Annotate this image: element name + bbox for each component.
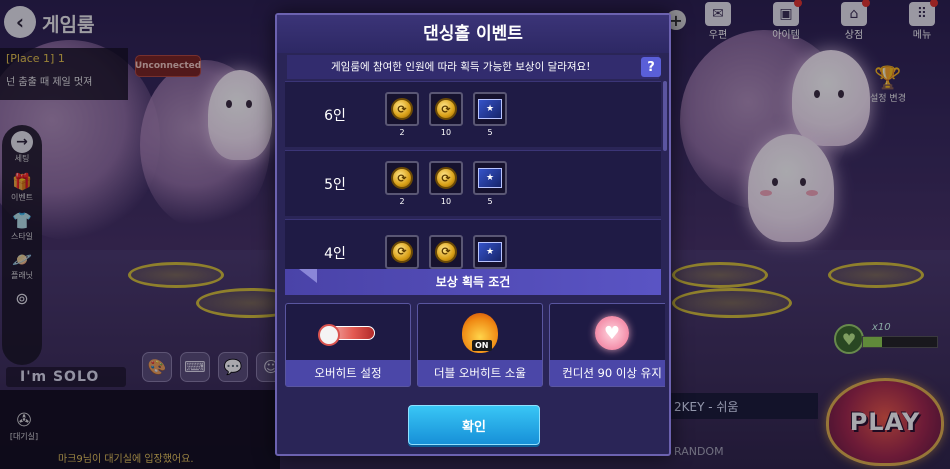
conditions-title: 보상 획득 조건 [435, 275, 511, 289]
condition-card-condition: ♥ 컨디션 90 이상 유지 [549, 303, 665, 387]
modal-title: 댄싱홀 이벤트 [277, 15, 669, 53]
reward-slot: ⟳ [429, 92, 463, 126]
reward-list[interactable]: 6인 ⟳ 2 ⟳ 10 ★ 5 5인 ⟳ 2 ⟳ 10 ★ 5 4인 ⟳ ⟳ ★ [285, 81, 661, 277]
reward-scrollbar[interactable] [663, 81, 667, 277]
reward-slot: ⟳ [385, 92, 419, 126]
reward-slot: ★ [473, 92, 507, 126]
reward-quantity: 2 [399, 128, 405, 137]
scroll-thumb[interactable] [663, 81, 667, 151]
coin-icon: ⟳ [391, 98, 413, 120]
player-count-label: 5인 [324, 176, 346, 193]
heart-condition-icon: ♥ [595, 316, 629, 350]
coin-icon: ⟳ [435, 167, 457, 189]
reward-slot: ★ [473, 234, 507, 269]
reward-item[interactable]: ⟳ 2 [385, 161, 419, 206]
coin-icon: ⟳ [391, 167, 413, 189]
confirm-button[interactable]: 확인 [408, 405, 540, 445]
player-count-label: 4인 [324, 245, 346, 262]
reward-slot: ⟳ [429, 161, 463, 195]
coin-icon: ⟳ [435, 98, 457, 120]
reward-item[interactable]: ⟳ 10 [429, 161, 463, 206]
reward-quantity: 2 [399, 197, 405, 206]
overheat-icon [318, 324, 375, 346]
reward-slot: ★ [473, 161, 507, 195]
reward-slot: ⟳ [429, 234, 463, 269]
conditions-row: 오버히트 설정 ON 더블 오버히트 소울 ♥ 컨디션 90 이상 유지 [285, 303, 665, 389]
reward-item[interactable]: ★ [473, 234, 507, 271]
reward-item[interactable]: ⟳ 10 [429, 92, 463, 137]
help-button[interactable]: ? [641, 57, 661, 77]
ticket-icon: ★ [478, 168, 502, 188]
ticket-icon: ★ [478, 241, 502, 262]
reward-items: ⟳ 2 ⟳ 10 ★ 5 [385, 161, 507, 206]
modal-subtitle: 게임룸에 참여한 인원에 따라 획득 가능한 보상이 달라져요! [287, 55, 659, 79]
reward-item[interactable]: ⟳ 2 [385, 92, 419, 137]
ticket-icon: ★ [478, 99, 502, 119]
reward-row: 6인 ⟳ 2 ⟳ 10 ★ 5 [285, 81, 661, 147]
reward-item[interactable]: ⟳ [385, 234, 419, 271]
dancing-hall-event-modal: 댄싱홀 이벤트 게임룸에 참여한 인원에 따라 획득 가능한 보상이 달라져요!… [275, 13, 671, 456]
reward-slot: ⟳ [385, 161, 419, 195]
reward-items: ⟳ ⟳ ★ [385, 234, 507, 271]
reward-quantity: 10 [440, 128, 452, 137]
reward-item[interactable]: ★ 5 [473, 161, 507, 206]
condition-label: 오버히트 설정 [286, 360, 410, 386]
reward-items: ⟳ 2 ⟳ 10 ★ 5 [385, 92, 507, 137]
condition-label: 컨디션 90 이상 유지 [550, 360, 665, 386]
reward-item[interactable]: ★ 5 [473, 92, 507, 137]
reward-quantity: 10 [440, 197, 452, 206]
coin-icon: ⟳ [391, 240, 413, 263]
reward-item[interactable]: ⟳ [429, 234, 463, 271]
reward-quantity: 5 [487, 128, 493, 137]
double-overheat-soul-icon: ON [462, 313, 498, 353]
corner-decoration [299, 269, 317, 283]
coin-icon: ⟳ [435, 240, 457, 263]
condition-card-double-overheat: ON 더블 오버히트 소울 [417, 303, 543, 387]
reward-row: 5인 ⟳ 2 ⟳ 10 ★ 5 [285, 150, 661, 216]
player-count-label: 6인 [324, 107, 346, 124]
reward-quantity: 5 [487, 197, 493, 206]
reward-slot: ⟳ [385, 234, 419, 269]
condition-card-overheat: 오버히트 설정 [285, 303, 411, 387]
condition-label: 더블 오버히트 소울 [418, 360, 542, 386]
conditions-header: 보상 획득 조건 [285, 269, 661, 295]
